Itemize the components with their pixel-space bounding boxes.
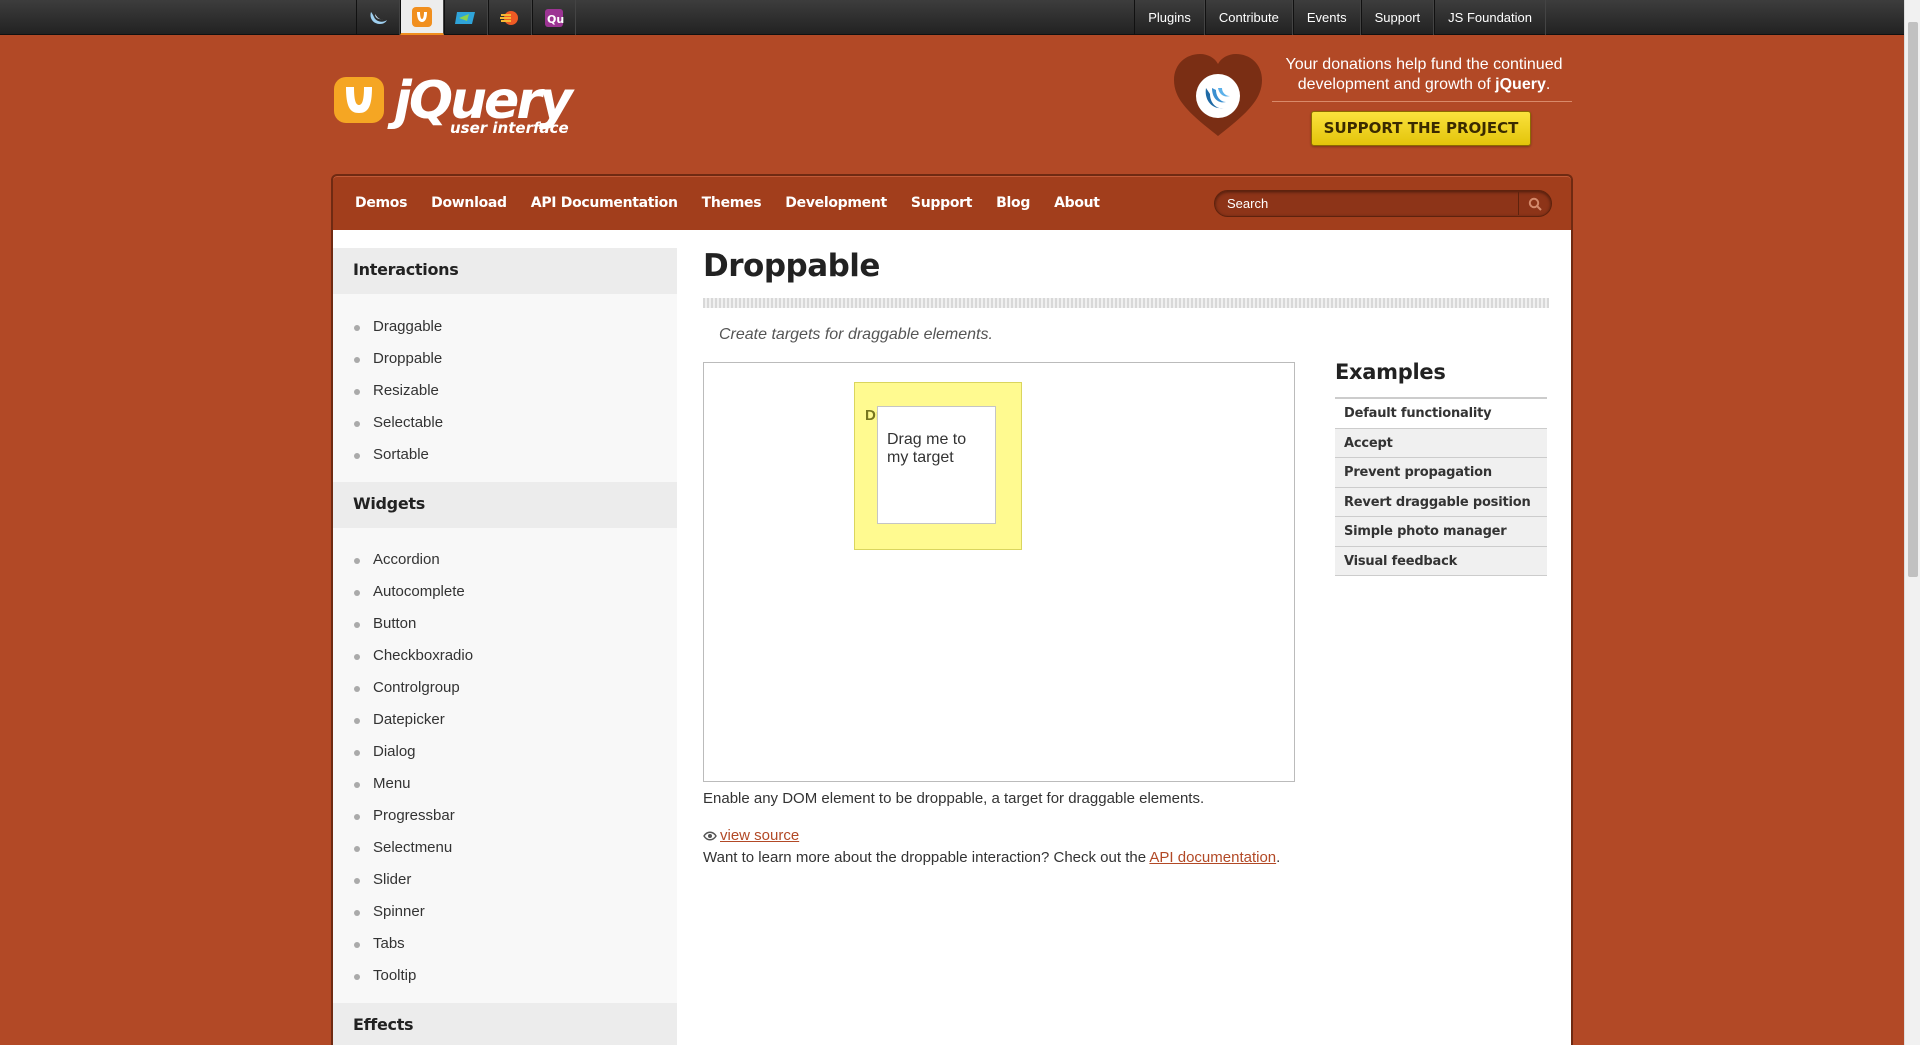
global-links: Plugins Contribute Events Support JS Fou… [1134,0,1546,35]
page-scrollbar[interactable] [1904,0,1920,1045]
global-link[interactable]: Contribute [1204,0,1293,35]
sidebar-item-resizable[interactable]: Resizable [333,375,677,407]
draggable-box[interactable]: Drag me to my target [877,406,996,524]
sidebar-item-progressbar[interactable]: Progressbar [333,800,677,832]
search-icon [1528,197,1542,211]
page-title: Droppable [703,248,880,284]
example-accept[interactable]: Accept [1335,428,1547,458]
sidebar-item-accordion[interactable]: Accordion [333,544,677,576]
global-link[interactable]: Support [1360,0,1435,35]
demo-description: Enable any DOM element to be droppable, … [703,790,1205,807]
donate-text-end: . [1545,76,1551,93]
view-source-label: view source [720,827,800,844]
sidebar-item-sortable[interactable]: Sortable [333,439,677,471]
sidebar-heading-effects: Effects [333,1003,677,1045]
examples-panel: Examples Default functionality Accept Pr… [1335,360,1547,576]
jquery-icon[interactable] [356,0,400,35]
main-content: Droppable Create targets for draggable e… [703,230,1553,1045]
title-divider [703,298,1549,308]
example-revert-draggable-position[interactable]: Revert draggable position [1335,487,1547,517]
sidebar-item-selectable[interactable]: Selectable [333,407,677,439]
nav-item-development[interactable]: Development [785,195,887,211]
demo-frame: Dr Drag me to my target [703,362,1295,782]
jquery-ui-icon[interactable] [400,0,444,35]
nav-item-blog[interactable]: Blog [996,195,1030,211]
global-link[interactable]: JS Foundation [1434,0,1546,35]
logo-subtext: user interface [450,119,569,137]
global-link[interactable]: Plugins [1134,0,1205,35]
main-nav: Demos Download API Documentation Themes … [331,174,1573,230]
examples-title: Examples [1335,360,1446,384]
sidebar-item-slider[interactable]: Slider [333,864,677,896]
project-icons: Qu [356,0,576,35]
sidebar-item-tabs[interactable]: Tabs [333,928,677,960]
donate-message: Your donations help fund the continued d… [1272,55,1576,95]
donate-heart-icon[interactable] [1170,52,1266,140]
example-default-functionality[interactable]: Default functionality [1335,399,1547,429]
logo-mark-icon [334,77,384,123]
support-project-button[interactable]: SUPPORT THE PROJECT [1311,111,1531,146]
global-link[interactable]: Events [1292,0,1361,35]
widgets-list: Accordion Autocomplete Button Checkboxra… [333,544,677,992]
jquery-mobile-icon[interactable] [444,0,488,35]
view-source-link[interactable]: view source [703,827,799,844]
sidebar-item-datepicker[interactable]: Datepicker [333,704,677,736]
example-prevent-propagation[interactable]: Prevent propagation [1335,458,1547,488]
nav-item-about[interactable]: About [1054,195,1100,211]
sidebar-item-droppable[interactable]: Droppable [333,343,677,375]
sidebar: Interactions Draggable Droppable Resizab… [333,248,677,1045]
api-documentation-link[interactable]: API documentation [1149,849,1276,866]
jquery-ui-logo[interactable]: jQuery user interface [332,71,592,145]
api-end: . [1276,849,1281,866]
sidebar-item-dialog[interactable]: Dialog [333,736,677,768]
nav-items: Demos Download API Documentation Themes … [355,176,1124,230]
sidebar-item-button[interactable]: Button [333,608,677,640]
nav-item-api-documentation[interactable]: API Documentation [531,195,678,211]
nav-item-support[interactable]: Support [911,195,973,211]
example-visual-feedback[interactable]: Visual feedback [1335,546,1547,576]
donate-divider [1272,101,1572,102]
nav-item-demos[interactable]: Demos [355,195,407,211]
search-box [1214,190,1552,217]
qunit-icon[interactable]: Qu [532,0,576,35]
eye-icon [703,831,717,840]
svg-text:Qu: Qu [547,13,564,26]
sidebar-heading-widgets: Widgets [333,482,677,528]
content-area: Interactions Draggable Droppable Resizab… [331,230,1573,1045]
sidebar-item-controlgroup[interactable]: Controlgroup [333,672,677,704]
api-text: Want to learn more about the droppable i… [703,849,1150,866]
scrollbar-thumb[interactable] [1908,22,1918,577]
examples-list: Default functionality Accept Prevent pro… [1335,397,1547,576]
sidebar-item-menu[interactable]: Menu [333,768,677,800]
nav-item-themes[interactable]: Themes [702,195,762,211]
global-bar: Qu Plugins Contribute Events Support JS … [0,0,1904,35]
interactions-list: Draggable Droppable Resizable Selectable… [333,311,677,471]
sidebar-item-autocomplete[interactable]: Autocomplete [333,576,677,608]
sidebar-item-tooltip[interactable]: Tooltip [333,960,677,992]
api-line: Want to learn more about the droppable i… [703,849,1280,866]
donate-text-bold: jQuery [1495,76,1546,93]
page-subtitle: Create targets for draggable elements. [719,326,993,343]
sidebar-item-spinner[interactable]: Spinner [333,896,677,928]
sidebar-item-draggable[interactable]: Draggable [333,311,677,343]
sidebar-item-selectmenu[interactable]: Selectmenu [333,832,677,864]
nav-item-download[interactable]: Download [431,195,507,211]
example-simple-photo-manager[interactable]: Simple photo manager [1335,517,1547,547]
sidebar-item-checkboxradio[interactable]: Checkboxradio [333,640,677,672]
sidebar-heading-interactions: Interactions [333,248,677,294]
search-input[interactable] [1219,192,1517,215]
sizzle-icon[interactable] [488,0,532,35]
search-button[interactable] [1518,192,1550,215]
